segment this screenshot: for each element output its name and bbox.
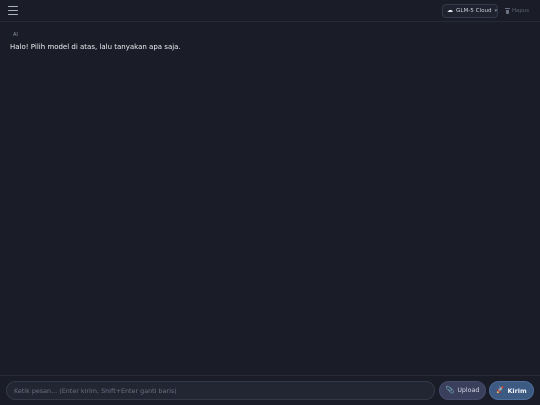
message-input[interactable] bbox=[6, 381, 435, 400]
composer: 📎 Upload 🚀 Kirim bbox=[0, 375, 540, 405]
message-role: AI bbox=[13, 32, 18, 38]
menu-line bbox=[8, 13, 18, 15]
upload-label: Upload bbox=[457, 387, 480, 394]
chevron-down-icon: ▾ bbox=[494, 8, 498, 14]
clear-chat-button[interactable]: Hapus bbox=[505, 5, 529, 17]
message-list: AI Halo! Pilih model di atas, lalu tanya… bbox=[0, 23, 540, 375]
clear-chat-label: Hapus bbox=[512, 8, 530, 14]
paperclip-icon: 📎 bbox=[445, 386, 455, 394]
hamburger-menu-icon[interactable] bbox=[8, 6, 18, 15]
top-bar: ☁ GLM-5 Cloud ▾ Hapus bbox=[0, 0, 540, 22]
rocket-icon: 🚀 bbox=[496, 386, 505, 395]
model-select[interactable]: ☁ GLM-5 Cloud ▾ bbox=[442, 4, 498, 18]
message-text: Halo! Pilih model di atas, lalu tanyakan… bbox=[10, 43, 181, 51]
menu-line bbox=[8, 6, 18, 8]
cloud-icon: ☁ bbox=[447, 7, 453, 14]
menu-line bbox=[8, 9, 18, 12]
send-button[interactable]: 🚀 Kirim bbox=[489, 381, 534, 400]
chat-app: ☁ GLM-5 Cloud ▾ Hapus AI Halo! Pilih mod… bbox=[0, 0, 540, 405]
send-label: Kirim bbox=[507, 386, 527, 395]
model-select-value: GLM-5 Cloud bbox=[456, 8, 492, 14]
trash-icon bbox=[505, 8, 510, 14]
upload-button[interactable]: 📎 Upload bbox=[439, 381, 486, 400]
